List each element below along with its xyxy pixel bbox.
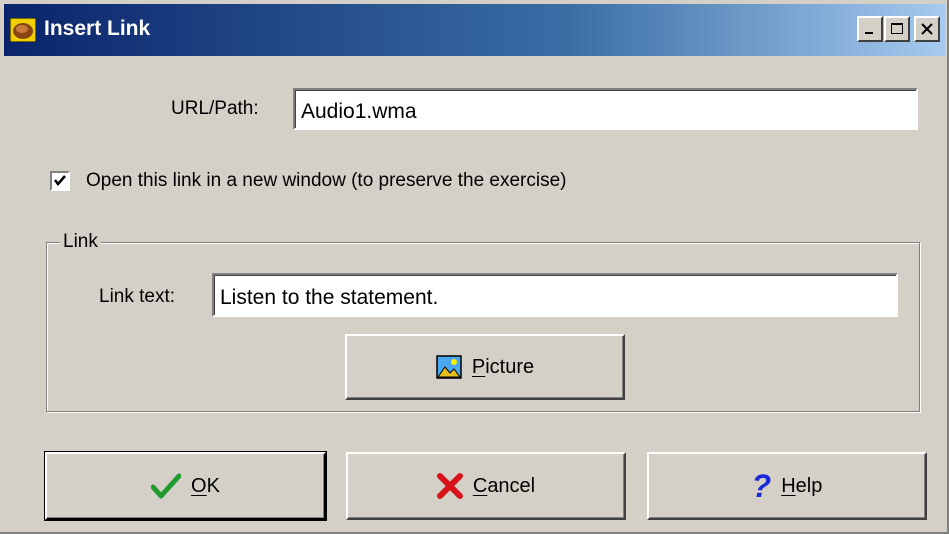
close-button[interactable]	[914, 16, 940, 42]
checkmark-small-icon	[54, 175, 66, 186]
close-icon	[921, 23, 933, 35]
title-bar[interactable]: Insert Link	[4, 4, 945, 56]
minimize-button[interactable]	[857, 16, 883, 42]
link-group-legend: Link	[60, 231, 101, 253]
checkmark-icon	[151, 473, 182, 499]
ok-button[interactable]: OK	[44, 451, 327, 521]
picture-button[interactable]: Picture	[345, 334, 625, 400]
url-input[interactable]	[293, 88, 918, 130]
cross-icon	[436, 473, 463, 499]
url-label: URL/Path:	[171, 98, 259, 119]
window-title: Insert Link	[44, 17, 151, 40]
link-text-label: Link text:	[99, 286, 176, 307]
picture-icon	[436, 355, 462, 379]
new-window-label[interactable]: Open this link in a new window (to prese…	[86, 170, 567, 192]
question-icon: ?	[751, 468, 772, 504]
new-window-checkbox[interactable]	[50, 171, 70, 191]
help-button[interactable]: ? Help	[647, 452, 927, 520]
cancel-button[interactable]: Cancel	[346, 452, 626, 520]
insert-link-dialog: Insert Link URL/Path: Open this link in …	[0, 0, 949, 534]
minimize-icon	[865, 32, 873, 34]
app-nut-icon	[10, 18, 36, 42]
maximize-icon	[891, 23, 903, 34]
maximize-button[interactable]	[884, 16, 910, 42]
link-text-input[interactable]	[212, 273, 898, 317]
